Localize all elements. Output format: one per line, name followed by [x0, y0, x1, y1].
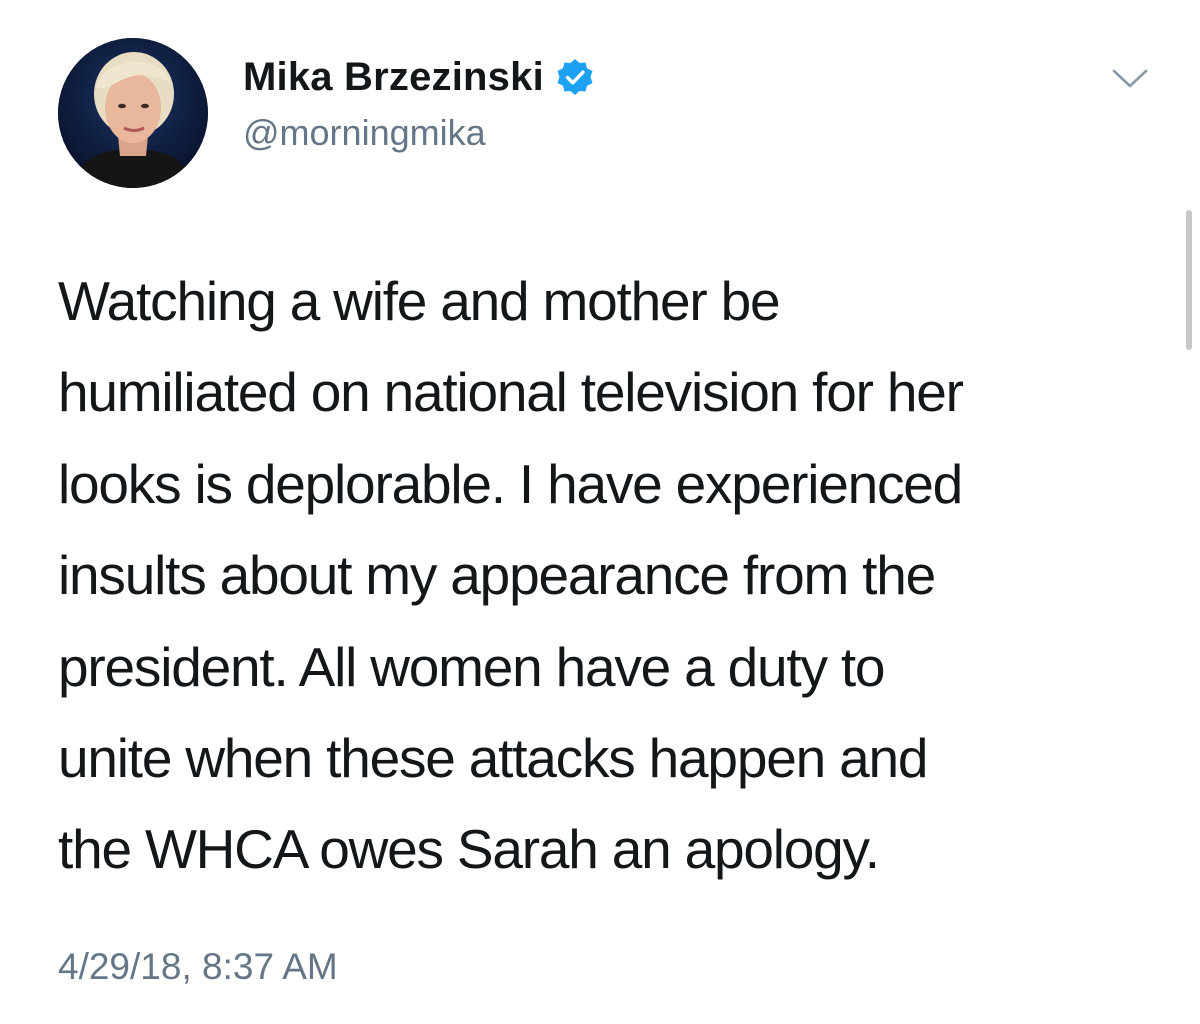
tweet-timestamp[interactable]: 4/29/18, 8:37 AM	[58, 946, 338, 988]
author-display-name[interactable]: Mika Brzezinski	[243, 55, 544, 100]
author-handle[interactable]: @morningmika	[243, 112, 486, 154]
author-avatar[interactable]	[58, 38, 208, 188]
author-name-row[interactable]: Mika Brzezinski	[243, 54, 594, 100]
avatar-photo-icon	[58, 38, 208, 188]
tweet-card: Mika Brzezinski @morningmika Watching a …	[0, 0, 1200, 1024]
verified-badge-icon	[556, 58, 594, 96]
scrollbar[interactable]	[1186, 210, 1192, 350]
tweet-text: Watching a wife and mother be humiliated…	[58, 270, 964, 881]
chevron-down-icon[interactable]	[1110, 66, 1150, 92]
